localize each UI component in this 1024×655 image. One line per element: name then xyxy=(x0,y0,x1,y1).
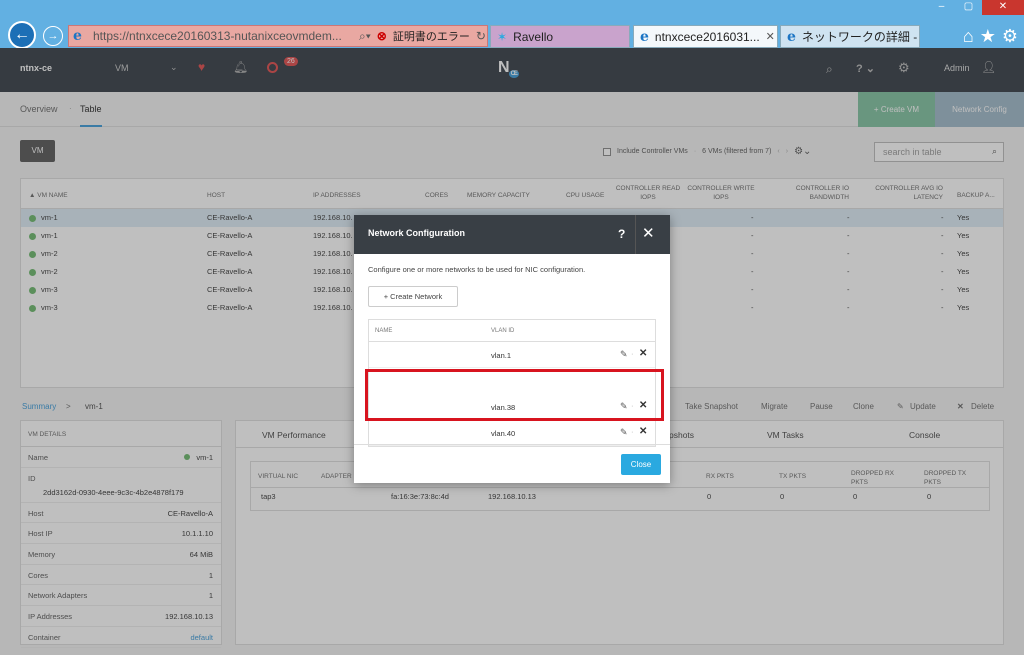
minimize-button[interactable]: – xyxy=(928,0,955,15)
tab-label: ネットワークの詳細 - Ope... xyxy=(801,30,919,44)
vlan-id: vlan.40 xyxy=(491,429,516,438)
dialog-description: Configure one or more networks to be use… xyxy=(368,265,586,274)
tab-network-details[interactable]: e ネットワークの詳細 - Ope... xyxy=(780,25,920,48)
close-button[interactable]: Close xyxy=(621,454,661,475)
ie-icon: e xyxy=(73,28,82,44)
star-icon[interactable]: ★ xyxy=(980,26,996,47)
tab-label: Ravello xyxy=(513,29,554,44)
address-bar[interactable]: e https://ntnxcece20160313-nutanixceovmd… xyxy=(68,25,488,47)
tab-label: ntnxcece2016031... xyxy=(654,29,760,44)
window-close-button[interactable]: ✕ xyxy=(982,0,1024,15)
tab-close-icon[interactable]: ✕ xyxy=(766,30,775,43)
delete-icon[interactable]: ✕ xyxy=(639,426,647,437)
col-name: NAME xyxy=(375,328,393,334)
network-table-header: NAME VLAN ID xyxy=(369,320,655,342)
vlan-id: vlan.1 xyxy=(491,351,512,360)
ie-icon: e xyxy=(787,28,796,45)
url-text: https://ntnxcece20160313-nutanixceovmdem… xyxy=(93,29,342,43)
close-icon[interactable]: ✕ xyxy=(642,224,655,242)
home-icon[interactable]: ⌂ xyxy=(963,26,974,47)
pencil-icon[interactable]: ✎ xyxy=(620,349,628,360)
tab-prism[interactable]: e ntnxcece2016031... ✕ xyxy=(633,25,778,48)
divider xyxy=(635,215,636,254)
separator: · xyxy=(631,427,634,436)
dialog-footer-divider xyxy=(354,444,670,445)
help-icon[interactable]: ? xyxy=(618,227,625,241)
network-row: vlan.40 ✎ · ✕ xyxy=(369,420,655,446)
cert-error-label[interactable]: 証明書のエラー xyxy=(393,28,470,44)
window-controls: – ▢ ✕ xyxy=(928,0,1024,15)
col-vlan-id: VLAN ID xyxy=(491,328,515,334)
ravello-icon: ✶ xyxy=(497,29,508,44)
highlight-box xyxy=(365,369,664,421)
create-network-button[interactable]: + Create Network xyxy=(368,286,458,307)
cert-error-icon: ⊗ xyxy=(376,29,387,43)
forward-button[interactable]: → xyxy=(43,26,63,46)
ie-icon: e xyxy=(640,28,649,45)
dialog-title: Network Configuration xyxy=(368,228,465,238)
restore-button[interactable]: ▢ xyxy=(955,0,982,15)
dialog-header: Network Configuration ? ✕ xyxy=(354,215,670,254)
browser-toolbar-icons: ⌂ ★ ⚙ xyxy=(963,26,1018,47)
delete-icon[interactable]: ✕ xyxy=(639,348,647,359)
tab-ravello[interactable]: ✶ Ravello xyxy=(490,25,630,48)
pencil-icon[interactable]: ✎ xyxy=(620,427,628,438)
refresh-icon[interactable]: ↻ xyxy=(476,29,486,43)
browser-chrome: – ▢ ✕ ← → e https://ntnxcece20160313-nut… xyxy=(0,0,1024,49)
network-row: vlan.1 ✎ · ✕ xyxy=(369,342,655,368)
gear-icon[interactable]: ⚙ xyxy=(1002,26,1018,47)
network-configuration-dialog: Network Configuration ? ✕ Configure one … xyxy=(354,215,670,483)
search-dropdown-icon[interactable]: ⌕▾ xyxy=(359,29,371,44)
separator: · xyxy=(631,349,634,358)
back-button[interactable]: ← xyxy=(8,21,36,49)
